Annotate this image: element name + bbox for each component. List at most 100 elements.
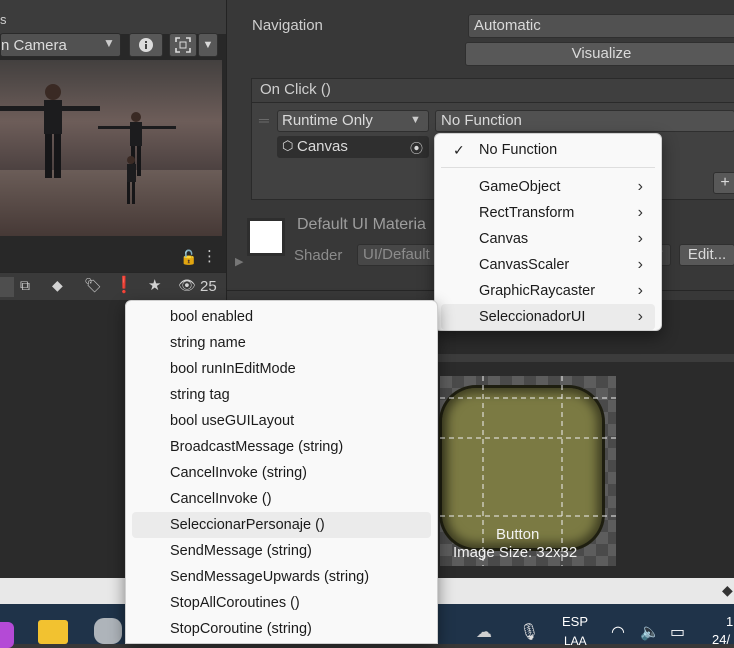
menu-item-method[interactable]: CancelInvoke ()	[132, 486, 431, 512]
more-options-icon[interactable]: ⋮	[202, 247, 217, 265]
menu-item-method[interactable]: SendMessage (string)	[132, 538, 431, 564]
onclick-header-label: On Click ()	[260, 81, 331, 98]
function-dropdown[interactable]: No Function	[435, 110, 734, 132]
shader-value: UI/Default	[363, 246, 430, 263]
app-taskbar-icon[interactable]	[0, 622, 14, 648]
menu-item-label: StopAllCoroutines ()	[170, 595, 300, 611]
function-menu: ✓ No Function GameObject › RectTransform ›…	[434, 133, 662, 331]
menu-item-seleccionadorui[interactable]: SeleccionadorUI ›	[441, 304, 655, 330]
clock-time[interactable]: 1	[726, 614, 733, 629]
checkmark-icon: ✓	[453, 142, 465, 158]
preview-size-text: Image Size: 32x32	[453, 544, 578, 561]
material-name: Default UI Materia	[297, 216, 426, 233]
volume-icon[interactable]: 🔈	[640, 622, 660, 642]
target-object-field[interactable]: ⬡ Canvas ⦿	[277, 136, 429, 158]
language-layout: LAA	[564, 634, 587, 648]
preview-caption: Button	[496, 526, 540, 543]
edit-label: Edit...	[687, 246, 727, 263]
function-value: No Function	[441, 112, 522, 129]
menu-item-label: SeleccionadorUI	[479, 309, 586, 325]
add-label: +	[720, 174, 730, 191]
file-explorer-icon[interactable]	[38, 620, 68, 644]
scene-view-panel: s n Camera ▼ ▼ ⧉ ◆ 🏷 ❗ ★ 👁 25 🔓 ⋮	[0, 0, 226, 301]
add-listener-button[interactable]: +	[713, 172, 734, 194]
lock-icon[interactable]: 🔓	[180, 249, 197, 266]
network-disconnected-icon[interactable]: ☁	[476, 622, 492, 642]
menu-item-label: string tag	[170, 387, 230, 403]
chevron-right-icon: ›	[637, 204, 643, 221]
menu-item-gameobject[interactable]: GameObject ›	[441, 174, 655, 200]
scene-tab-label: s	[0, 12, 7, 27]
database-app-icon[interactable]	[94, 618, 122, 644]
object-picker-icon[interactable]: ⦿	[410, 138, 423, 157]
menu-item-label: bool enabled	[170, 309, 254, 325]
chevron-down-icon: ▼	[103, 36, 115, 50]
star-icon[interactable]: ★	[148, 276, 161, 294]
menu-item-label: CancelInvoke ()	[170, 491, 272, 507]
visualize-label: Visualize	[571, 45, 632, 62]
menu-item-canvasscaler[interactable]: CanvasScaler ›	[441, 252, 655, 278]
menu-item-graphicraycaster[interactable]: GraphicRaycaster ›	[441, 278, 655, 304]
clock-date: 24/	[712, 632, 731, 647]
info-circle-icon	[139, 38, 153, 52]
menu-item-method[interactable]: SendMessageUpwards (string)	[132, 564, 431, 590]
drag-handle-icon[interactable]: ═	[259, 112, 269, 128]
visibility-eye-icon[interactable]: 👁	[178, 277, 196, 294]
menu-item-canvas[interactable]: Canvas ›	[441, 226, 655, 252]
menu-separator	[441, 167, 655, 168]
menu-item-label: bool runInEditMode	[170, 361, 296, 377]
info-button[interactable]	[129, 33, 163, 57]
battery-icon[interactable]: ▭	[670, 622, 685, 642]
menu-item-method[interactable]: string name	[132, 330, 431, 356]
scene-render-area[interactable]	[0, 60, 222, 236]
camera-dropdown[interactable]: n Camera ▼	[0, 33, 121, 57]
scene-statusbar: ⧉ ◆ 🏷 ❗ ★ 👁 25	[0, 272, 226, 301]
menu-item-method[interactable]: string tag	[132, 382, 431, 408]
menu-item-seleccionarpersonaje[interactable]: SeleccionarPersonaje ()	[132, 512, 431, 538]
target-object-name: Canvas	[297, 138, 348, 155]
visualize-button[interactable]: Visualize	[465, 42, 734, 66]
material-preview-thumb	[247, 218, 285, 256]
menu-item-method[interactable]: StopCoroutine (string)	[132, 616, 431, 642]
language-code[interactable]: ESP	[562, 614, 588, 629]
tag-icon[interactable]: 🏷	[84, 277, 102, 294]
menu-item-label: CanvasScaler	[479, 257, 570, 273]
menu-item-method[interactable]: CancelInvoke (string)	[132, 460, 431, 486]
search-by-type-icon[interactable]: ⧉	[20, 277, 30, 294]
chevron-right-icon: ›	[637, 308, 643, 325]
menu-item-label: GraphicRaycaster	[479, 283, 596, 299]
menu-item-label: SeleccionarPersonaje ()	[170, 517, 325, 533]
menu-item-recttransform[interactable]: RectTransform ›	[441, 200, 655, 226]
foldout-arrow-icon[interactable]: ▶	[235, 255, 243, 268]
runtime-dropdown[interactable]: Runtime Only ▼	[277, 110, 429, 132]
maximize-button[interactable]	[169, 33, 197, 57]
warning-icon[interactable]: ❗	[114, 275, 134, 295]
menu-item-label: RectTransform	[479, 205, 575, 221]
maximize-options-dropdown[interactable]: ▼	[198, 33, 218, 57]
menu-item-method[interactable]: BroadcastMessage (string)	[132, 434, 431, 460]
shapes-filter-icon[interactable]: ◆	[52, 277, 63, 294]
navigation-value: Automatic	[474, 17, 541, 34]
menu-item-label: string name	[170, 335, 246, 351]
menu-item-no-function[interactable]: ✓ No Function	[441, 137, 655, 163]
unity-logo-icon[interactable]: ◆	[722, 582, 733, 599]
chevron-right-icon: ›	[637, 256, 643, 273]
layer-field-fragment[interactable]	[0, 277, 14, 297]
microphone-icon[interactable]: 🎙	[519, 622, 539, 642]
edit-shader-button[interactable]: Edit...	[679, 244, 734, 266]
menu-item-method[interactable]: bool useGUILayout	[132, 408, 431, 434]
menu-item-label: Canvas	[479, 231, 529, 247]
menu-item-label: bool useGUILayout	[170, 413, 295, 429]
chevron-right-icon: ›	[637, 178, 643, 195]
runtime-value: Runtime Only	[282, 112, 373, 129]
characters-illustration	[0, 84, 176, 204]
menu-item-method[interactable]: bool runInEditMode	[132, 356, 431, 382]
method-submenu: bool enabled string name bool runInEditM…	[125, 300, 438, 644]
preview-header-bar	[438, 354, 734, 362]
menu-item-label: StopCoroutine (string)	[170, 621, 312, 637]
wifi-icon[interactable]: ◠	[611, 622, 625, 642]
navigation-dropdown[interactable]: Automatic	[468, 14, 734, 38]
menu-item-label: GameObject	[479, 179, 561, 195]
menu-item-method[interactable]: StopAllCoroutines ()	[132, 590, 431, 616]
menu-item-method[interactable]: bool enabled	[132, 304, 431, 330]
